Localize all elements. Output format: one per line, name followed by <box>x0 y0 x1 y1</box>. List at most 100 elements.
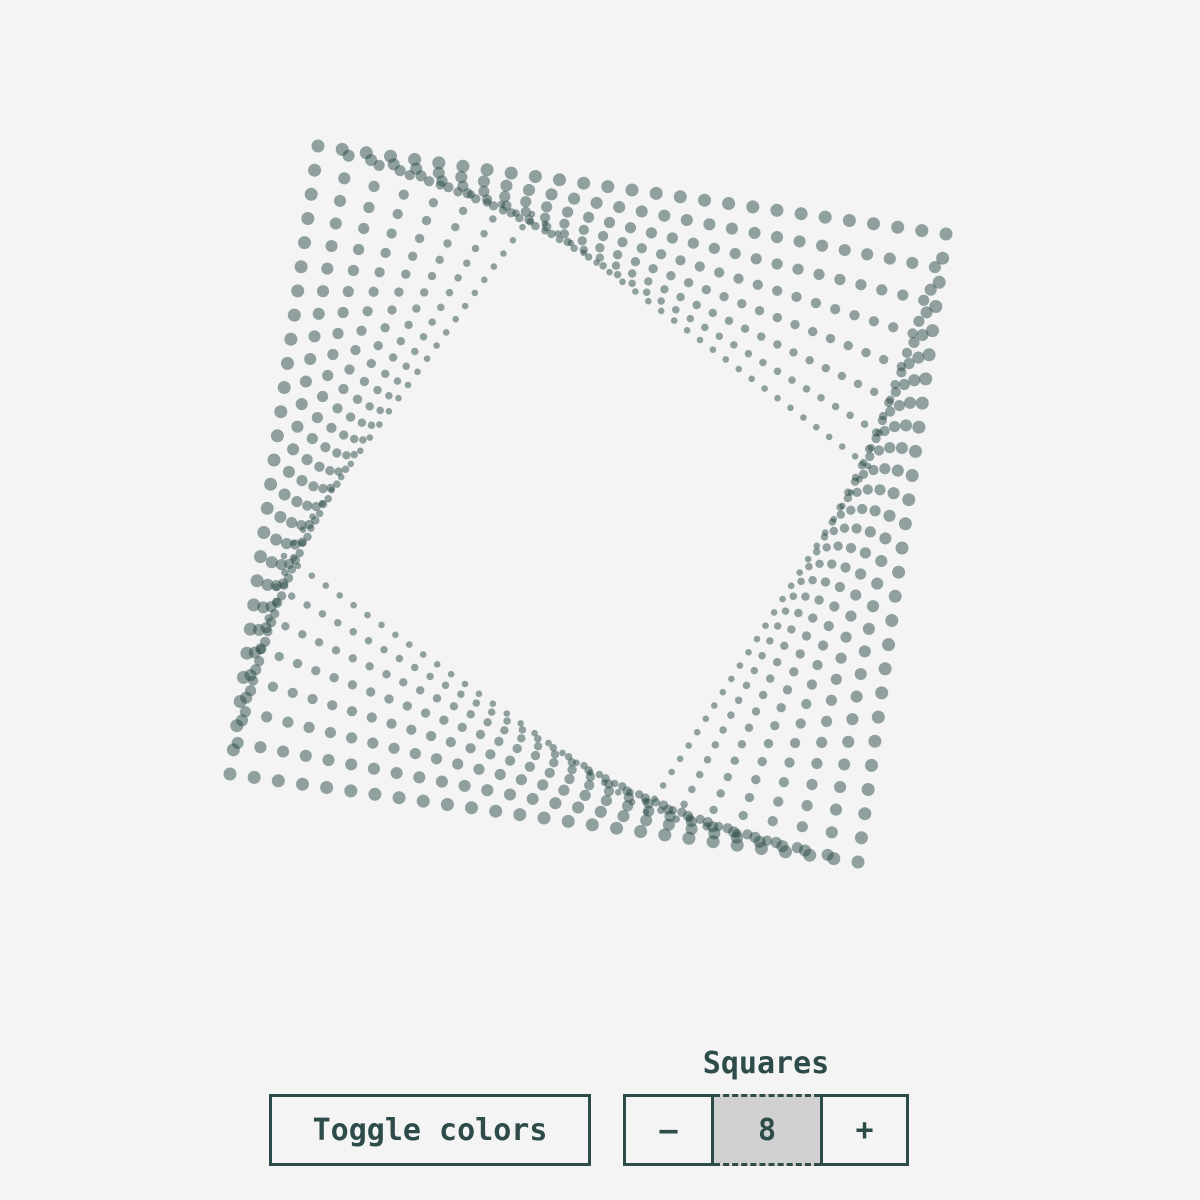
pattern-dot <box>839 523 850 533</box>
pattern-dot <box>868 734 882 748</box>
pattern-dot <box>595 770 604 779</box>
pattern-dot <box>277 745 290 758</box>
increment-button[interactable]: + <box>820 1097 906 1163</box>
pattern-dot <box>719 726 727 734</box>
pattern-dot <box>270 533 283 546</box>
pattern-dot <box>287 443 300 456</box>
pattern-dot <box>307 524 315 532</box>
pattern-dot <box>390 766 403 780</box>
pattern-dot <box>554 230 562 237</box>
pattern-dot <box>458 779 471 792</box>
pattern-dot <box>367 421 376 429</box>
pattern-dot <box>247 675 259 686</box>
pattern-dot <box>414 368 421 376</box>
pattern-dot <box>301 454 313 466</box>
pattern-dot <box>842 735 855 748</box>
squares-value-input[interactable]: 8 <box>714 1094 820 1166</box>
toggle-colors-button[interactable]: Toggle colors <box>269 1094 591 1166</box>
pattern-dot <box>619 278 626 286</box>
pattern-dot <box>737 299 747 309</box>
pattern-dot <box>337 306 349 319</box>
pattern-dot <box>676 755 684 763</box>
pattern-dot <box>660 285 669 294</box>
pattern-dot <box>435 255 444 265</box>
pattern-dot <box>757 756 767 767</box>
pattern-dot <box>289 553 298 562</box>
pattern-dot <box>673 190 687 204</box>
pattern-dot <box>728 675 735 683</box>
pattern-dot <box>887 487 900 500</box>
pattern-dot <box>329 217 342 230</box>
pattern-dot <box>282 465 295 478</box>
pattern-dot <box>452 315 460 323</box>
pattern-dot <box>821 715 833 727</box>
pattern-dot <box>635 205 648 218</box>
pattern-dot <box>399 678 408 687</box>
pattern-dot <box>291 496 303 508</box>
decrement-button[interactable]: – <box>626 1097 714 1163</box>
pattern-dot <box>884 442 896 454</box>
pattern-dot <box>644 277 653 286</box>
pattern-dot <box>713 821 724 832</box>
pattern-dot <box>871 710 885 724</box>
pattern-dot <box>829 803 843 816</box>
pattern-dot <box>780 641 789 651</box>
pattern-dot <box>686 314 695 323</box>
pattern-dot <box>364 636 373 645</box>
pattern-dot <box>299 526 307 533</box>
pattern-dot <box>744 723 754 733</box>
pattern-dot <box>815 559 824 569</box>
pattern-dot <box>515 774 527 786</box>
pattern-dot <box>813 423 820 431</box>
pattern-dot <box>688 785 696 794</box>
pattern-dot <box>485 749 496 760</box>
pattern-dot <box>483 718 492 727</box>
pattern-dot <box>723 772 733 782</box>
pattern-dot <box>685 814 694 823</box>
pattern-dot <box>814 595 824 605</box>
pattern-dot <box>694 261 705 272</box>
pattern-dot <box>440 798 454 811</box>
pattern-dot <box>342 451 351 460</box>
pattern-dot <box>657 806 665 814</box>
pattern-dot <box>367 737 379 749</box>
pattern-dot <box>373 341 383 351</box>
pattern-dot <box>595 243 605 253</box>
pattern-dot <box>577 236 587 246</box>
pattern-dot <box>404 320 413 330</box>
pattern-dot <box>896 361 907 372</box>
pattern-dot <box>362 306 373 317</box>
pattern-dot <box>409 748 421 760</box>
pattern-dot <box>553 173 566 187</box>
pattern-dot <box>774 394 781 402</box>
pattern-dot <box>489 700 497 707</box>
pattern-dot <box>312 307 325 320</box>
pattern-dot <box>408 251 418 261</box>
pattern-dot <box>745 649 752 656</box>
pattern-dot <box>754 306 765 316</box>
pattern-dot <box>748 375 755 383</box>
pattern-dot <box>264 477 278 491</box>
pattern-dot <box>442 329 450 336</box>
pattern-dot <box>724 316 734 326</box>
pattern-dot <box>740 324 750 333</box>
pattern-dot <box>806 778 818 791</box>
pattern-dot <box>549 758 559 768</box>
pattern-dot <box>367 762 380 775</box>
pattern-dot <box>711 702 718 709</box>
pattern-dot <box>489 215 497 223</box>
pattern-dot <box>895 541 909 555</box>
pattern-dot <box>770 203 784 217</box>
pattern-dot <box>830 515 838 523</box>
pattern-dot <box>805 356 814 365</box>
pattern-dot <box>337 473 345 481</box>
pattern-dot <box>833 541 843 551</box>
pattern-dot <box>584 780 595 791</box>
pattern-dot <box>414 233 425 244</box>
pattern-dot <box>580 761 588 770</box>
pattern-dot <box>457 690 465 698</box>
pattern-dot <box>685 742 692 749</box>
pattern-dot <box>702 822 711 831</box>
pattern-dot <box>272 583 281 591</box>
pattern-dot <box>861 248 874 261</box>
